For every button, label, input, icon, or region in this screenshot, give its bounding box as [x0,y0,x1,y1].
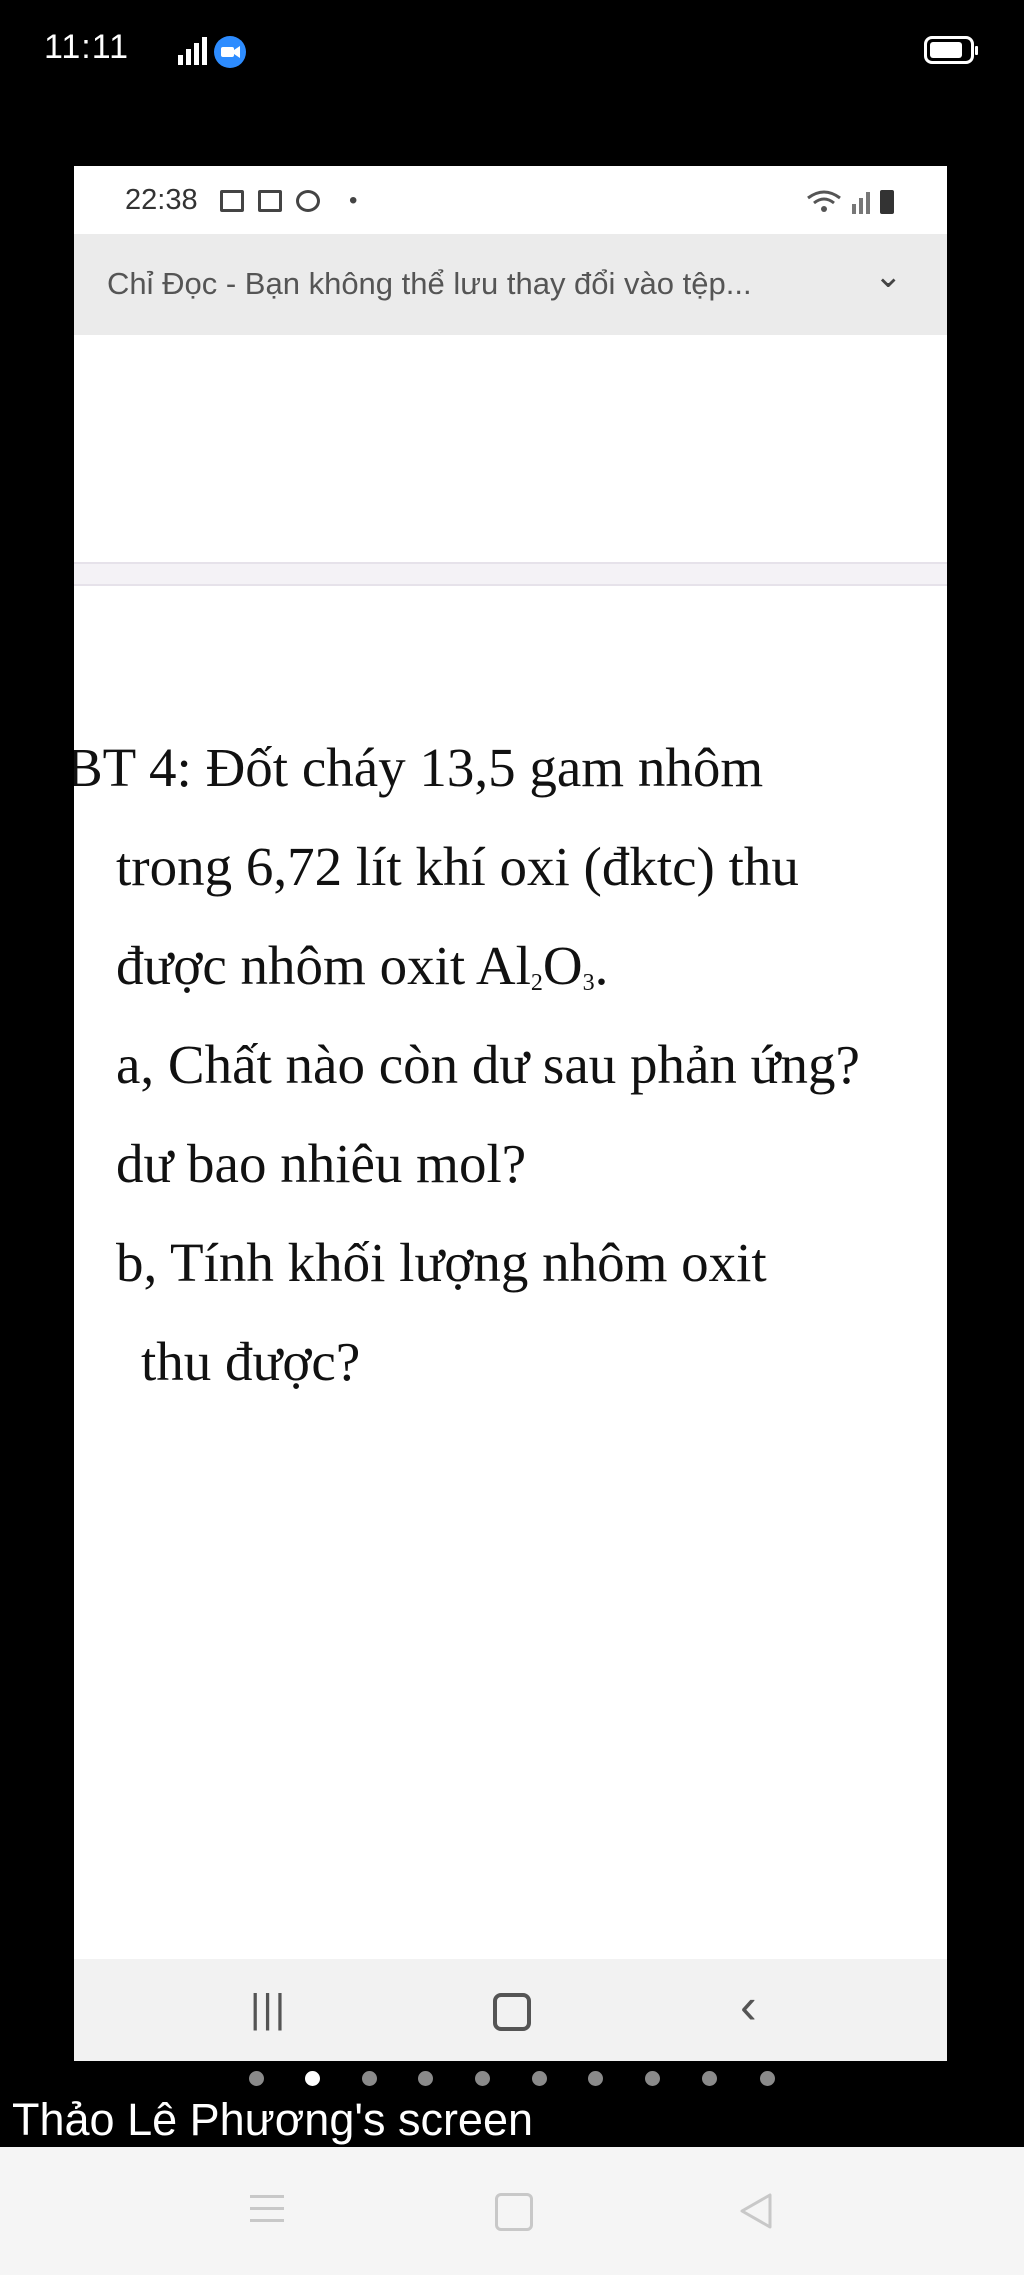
gallery-icon [220,190,244,212]
subscript-3: 3 [582,970,595,996]
inner-battery-icon [880,190,894,214]
more-notifications-dot-icon: • [349,187,358,214]
target-icon [296,190,320,212]
readonly-banner-text: Chỉ Đọc - Bạn không thể lưu thay đổi vào… [107,266,752,301]
page-dot[interactable] [645,2071,660,2086]
chevron-down-icon[interactable]: ⌄ [874,256,903,296]
menu-icon[interactable] [250,2195,284,2231]
outer-battery-icon [924,36,978,64]
readonly-banner[interactable]: Chỉ Đọc - Bạn không thể lưu thay đổi vào… [74,234,947,335]
zoom-app-icon [214,36,246,68]
outer-status-time: 11:11 [44,28,130,66]
page-dot[interactable] [418,2071,433,2086]
cellular-signal-icon [178,37,207,65]
question-b-line-1: b, Tính khối lượng nhôm oxit [116,1232,767,1293]
back-icon[interactable] [738,2191,774,2231]
problem-title: BT 4: Đốt cháy 13,5 gam nhôm [74,737,764,798]
question-a-line-1: a, Chất nào còn dư sau phản ứng? [116,1034,860,1095]
page-dot[interactable] [532,2071,547,2086]
recents-icon[interactable]: ||| [250,1987,287,2032]
question-a-line-2: dư bao nhiêu mol? [116,1133,527,1194]
shared-screen: 22:38 • Chỉ Đọc - Bạn không thể lưu thay… [74,166,947,2061]
screen-owner-label: Thảo Lê Phương's screen [12,2094,534,2145]
home-icon[interactable] [495,2193,533,2231]
back-icon[interactable]: ‹ [740,1977,757,2035]
page-dot[interactable] [760,2071,775,2086]
page-indicator[interactable] [0,2068,1024,2090]
subscript-2: 2 [530,970,543,996]
outer-status-bar: 11:11 [0,0,1024,110]
question-b-line-2: thu được? [141,1331,361,1392]
inner-status-time: 22:38 [125,184,198,216]
page-divider [74,562,947,586]
window-icon [258,190,282,212]
problem-line-3-text: được nhôm oxit Al [116,935,531,996]
oxygen-symbol: O [542,935,583,996]
period: . [594,935,609,996]
wifi-icon [807,190,870,214]
problem-line-3: được nhôm oxit Al2O3. [116,934,608,997]
page-dot[interactable] [702,2071,717,2086]
home-icon[interactable] [493,1993,531,2031]
inner-status-bar: 22:38 • [74,166,947,234]
problem-line-2: trong 6,72 lít khí oxi (đktc) thu [116,836,799,897]
page-dot[interactable] [249,2071,264,2086]
page-dot[interactable] [475,2071,490,2086]
page-dot[interactable] [362,2071,377,2086]
page-dot-active[interactable] [305,2071,320,2086]
system-navigation-bar [0,2147,1024,2275]
outer-battery-level [930,42,962,58]
page-dot[interactable] [588,2071,603,2086]
inner-navigation-bar: ||| ‹ [74,1959,947,2061]
